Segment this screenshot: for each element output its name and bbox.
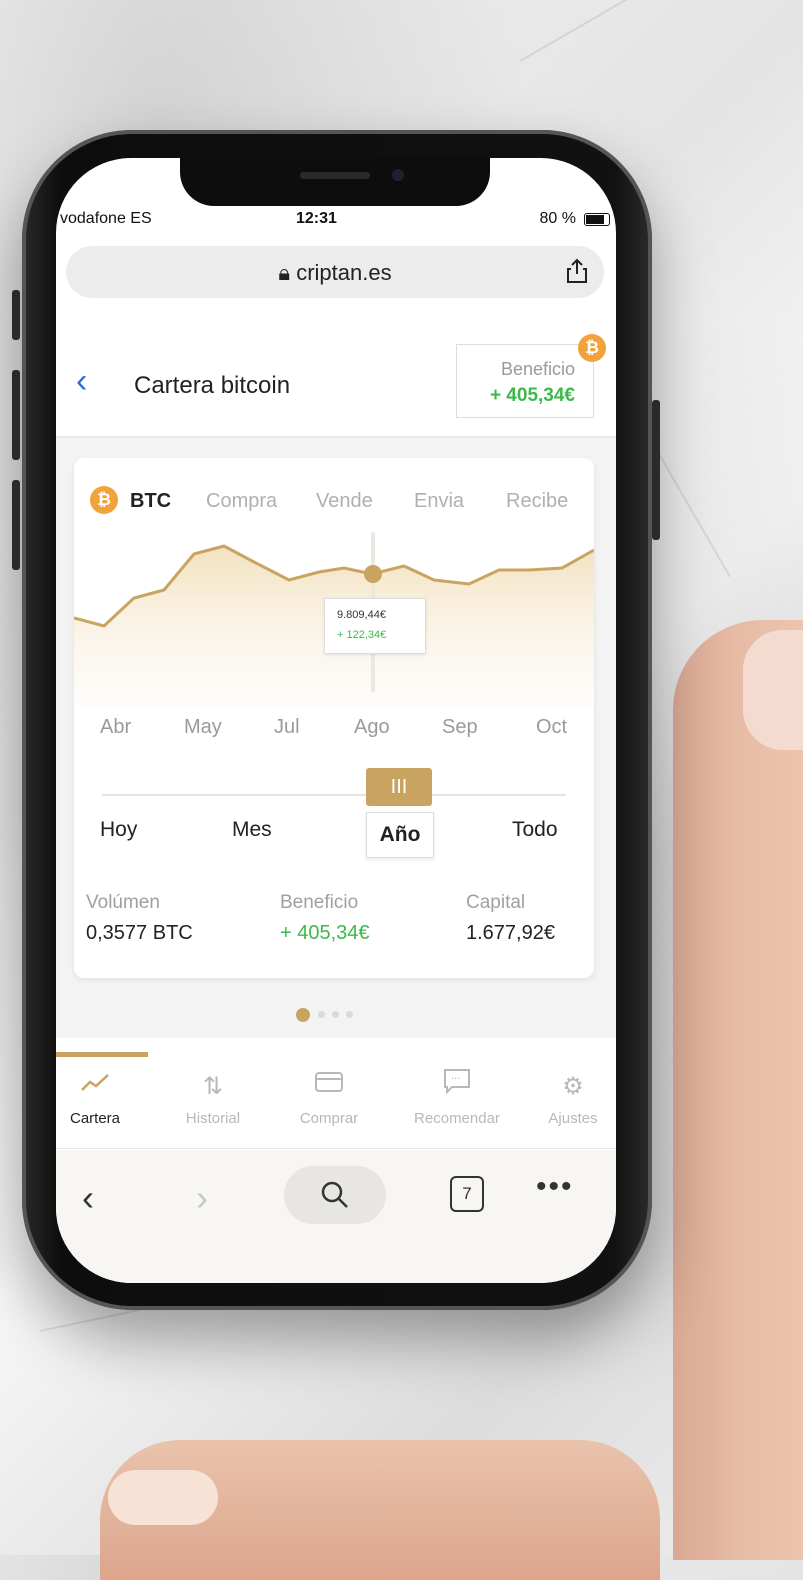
- stat-capital: Capital 1.677,92€: [466, 892, 555, 945]
- nav-item-recomendar[interactable]: ··· Recomendar: [402, 1068, 512, 1127]
- bitcoin-icon: ₿: [578, 334, 606, 362]
- notch: [180, 158, 490, 206]
- gear-icon: ⚙︎: [562, 1073, 584, 1100]
- clock: 12:31: [296, 210, 337, 227]
- nav-item-cartera[interactable]: Cartera: [56, 1068, 150, 1127]
- browser-search-button[interactable]: [284, 1166, 386, 1224]
- month-label: Ago: [354, 716, 390, 738]
- phone-screen: vodafone ES 12:31 80 % 🔒︎ criptan.es ‹ C…: [56, 158, 616, 1283]
- month-label: Sep: [442, 716, 478, 738]
- nav-active-indicator: [56, 1052, 148, 1057]
- url-wrap: 🔒︎ criptan.es: [66, 260, 604, 286]
- search-icon: [321, 1181, 348, 1208]
- bitcoin-icon: ₿: [90, 486, 118, 514]
- benefit-summary[interactable]: Beneficio + 405,34€: [456, 344, 594, 418]
- stat-label: Beneficio: [280, 892, 359, 913]
- page-indicator: [296, 1008, 376, 1022]
- pager-dot[interactable]: [346, 1011, 353, 1018]
- month-label: Oct: [536, 716, 568, 738]
- nav-label: Ajustes: [548, 1110, 598, 1127]
- side-button: [12, 290, 20, 340]
- sort-arrows-icon: ⇅: [202, 1073, 224, 1100]
- tooltip-change: + 122,34€: [337, 629, 387, 641]
- side-button: [12, 370, 20, 460]
- tab-compra[interactable]: Compra: [206, 490, 277, 513]
- battery-icon: [584, 213, 610, 226]
- chart-line-icon: [56, 1068, 150, 1106]
- month-label: May: [184, 716, 222, 738]
- lock-icon: 🔒︎: [278, 260, 297, 285]
- share-icon[interactable]: [566, 258, 588, 284]
- pager-dot[interactable]: [318, 1011, 325, 1018]
- stat-value: + 405,34€: [280, 922, 370, 944]
- nav-label: Recomendar: [414, 1110, 500, 1127]
- app-header: ‹ Cartera bitcoin Beneficio + 405,34€ ₿: [56, 306, 616, 438]
- side-button: [12, 480, 20, 570]
- period-slider-track[interactable]: [102, 794, 566, 796]
- stat-volume: Volúmen 0,3577 BTC: [86, 892, 193, 945]
- battery-label: 80 %: [539, 210, 576, 227]
- browser-toolbar: ‹ › 7 •••: [56, 1150, 616, 1283]
- stat-label: Volúmen: [86, 892, 160, 913]
- thumb-nail: [743, 630, 803, 750]
- nav-label: Historial: [185, 1110, 241, 1127]
- cursor-point: [364, 565, 382, 583]
- back-arrow-icon[interactable]: ‹: [76, 364, 87, 398]
- nav-item-ajustes[interactable]: ⚙︎ Ajustes: [518, 1068, 616, 1127]
- tab-btc[interactable]: BTC: [130, 490, 171, 513]
- stat-value: 1.677,92€: [466, 922, 555, 944]
- browser-back-icon[interactable]: ‹: [82, 1180, 94, 1216]
- tooltip-price: 9.809,44€: [337, 609, 386, 621]
- status-bar: vodafone ES 12:31 80 %: [56, 208, 616, 238]
- price-tooltip: 9.809,44€ + 122,34€: [324, 598, 426, 654]
- stat-label: Capital: [466, 892, 526, 913]
- bottom-nav: Cartera ⇅ Historial Comprar ··· Recomend…: [56, 1058, 616, 1149]
- nav-label: Comprar: [299, 1110, 359, 1127]
- benefit-value: + 405,34€: [489, 385, 575, 406]
- stat-benefit: Beneficio + 405,34€: [280, 892, 370, 945]
- tab-recibe[interactable]: Recibe: [506, 490, 568, 513]
- carrier-label: vodafone ES: [60, 210, 152, 227]
- period-mes[interactable]: Mes: [232, 818, 272, 842]
- browser-tabs-button[interactable]: 7: [450, 1176, 484, 1212]
- marble-vein: [519, 0, 746, 62]
- pager-dot[interactable]: [296, 1008, 310, 1022]
- page-title: Cartera bitcoin: [134, 372, 291, 399]
- month-label: Abr: [100, 716, 132, 738]
- period-todo[interactable]: Todo: [512, 818, 558, 842]
- tab-envia[interactable]: Envia: [414, 490, 464, 513]
- url-text: criptan.es: [296, 260, 392, 285]
- tab-vende[interactable]: Vende: [316, 490, 373, 513]
- period-slider-handle[interactable]: III: [366, 768, 432, 806]
- finger-nail: [108, 1470, 218, 1525]
- side-button: [652, 400, 660, 540]
- period-ano[interactable]: Año: [366, 812, 434, 858]
- pager-dot[interactable]: [332, 1011, 339, 1018]
- more-icon[interactable]: •••: [536, 1172, 574, 1202]
- hand: [673, 620, 803, 1560]
- nav-item-comprar[interactable]: Comprar: [274, 1068, 384, 1127]
- period-hoy[interactable]: Hoy: [100, 818, 137, 842]
- svg-text:···: ···: [451, 1074, 461, 1085]
- camera: [392, 169, 404, 181]
- stat-value: 0,3577 BTC: [86, 922, 193, 944]
- card-icon: [274, 1068, 384, 1106]
- browser-forward-icon[interactable]: ›: [196, 1180, 208, 1216]
- nav-label: Cartera: [69, 1110, 121, 1127]
- nav-item-historial[interactable]: ⇅ Historial: [158, 1068, 268, 1127]
- address-bar[interactable]: 🔒︎ criptan.es: [66, 246, 604, 298]
- speaker: [300, 172, 370, 179]
- benefit-label: Beneficio: [500, 359, 575, 379]
- action-tabs: ₿ BTC Compra Vende Envia Recibe: [74, 482, 594, 522]
- month-label: Jul: [274, 716, 300, 738]
- wallet-card: ₿ BTC Compra Vende Envia Recibe 9.809,44…: [74, 458, 594, 978]
- message-icon: ···: [402, 1068, 512, 1106]
